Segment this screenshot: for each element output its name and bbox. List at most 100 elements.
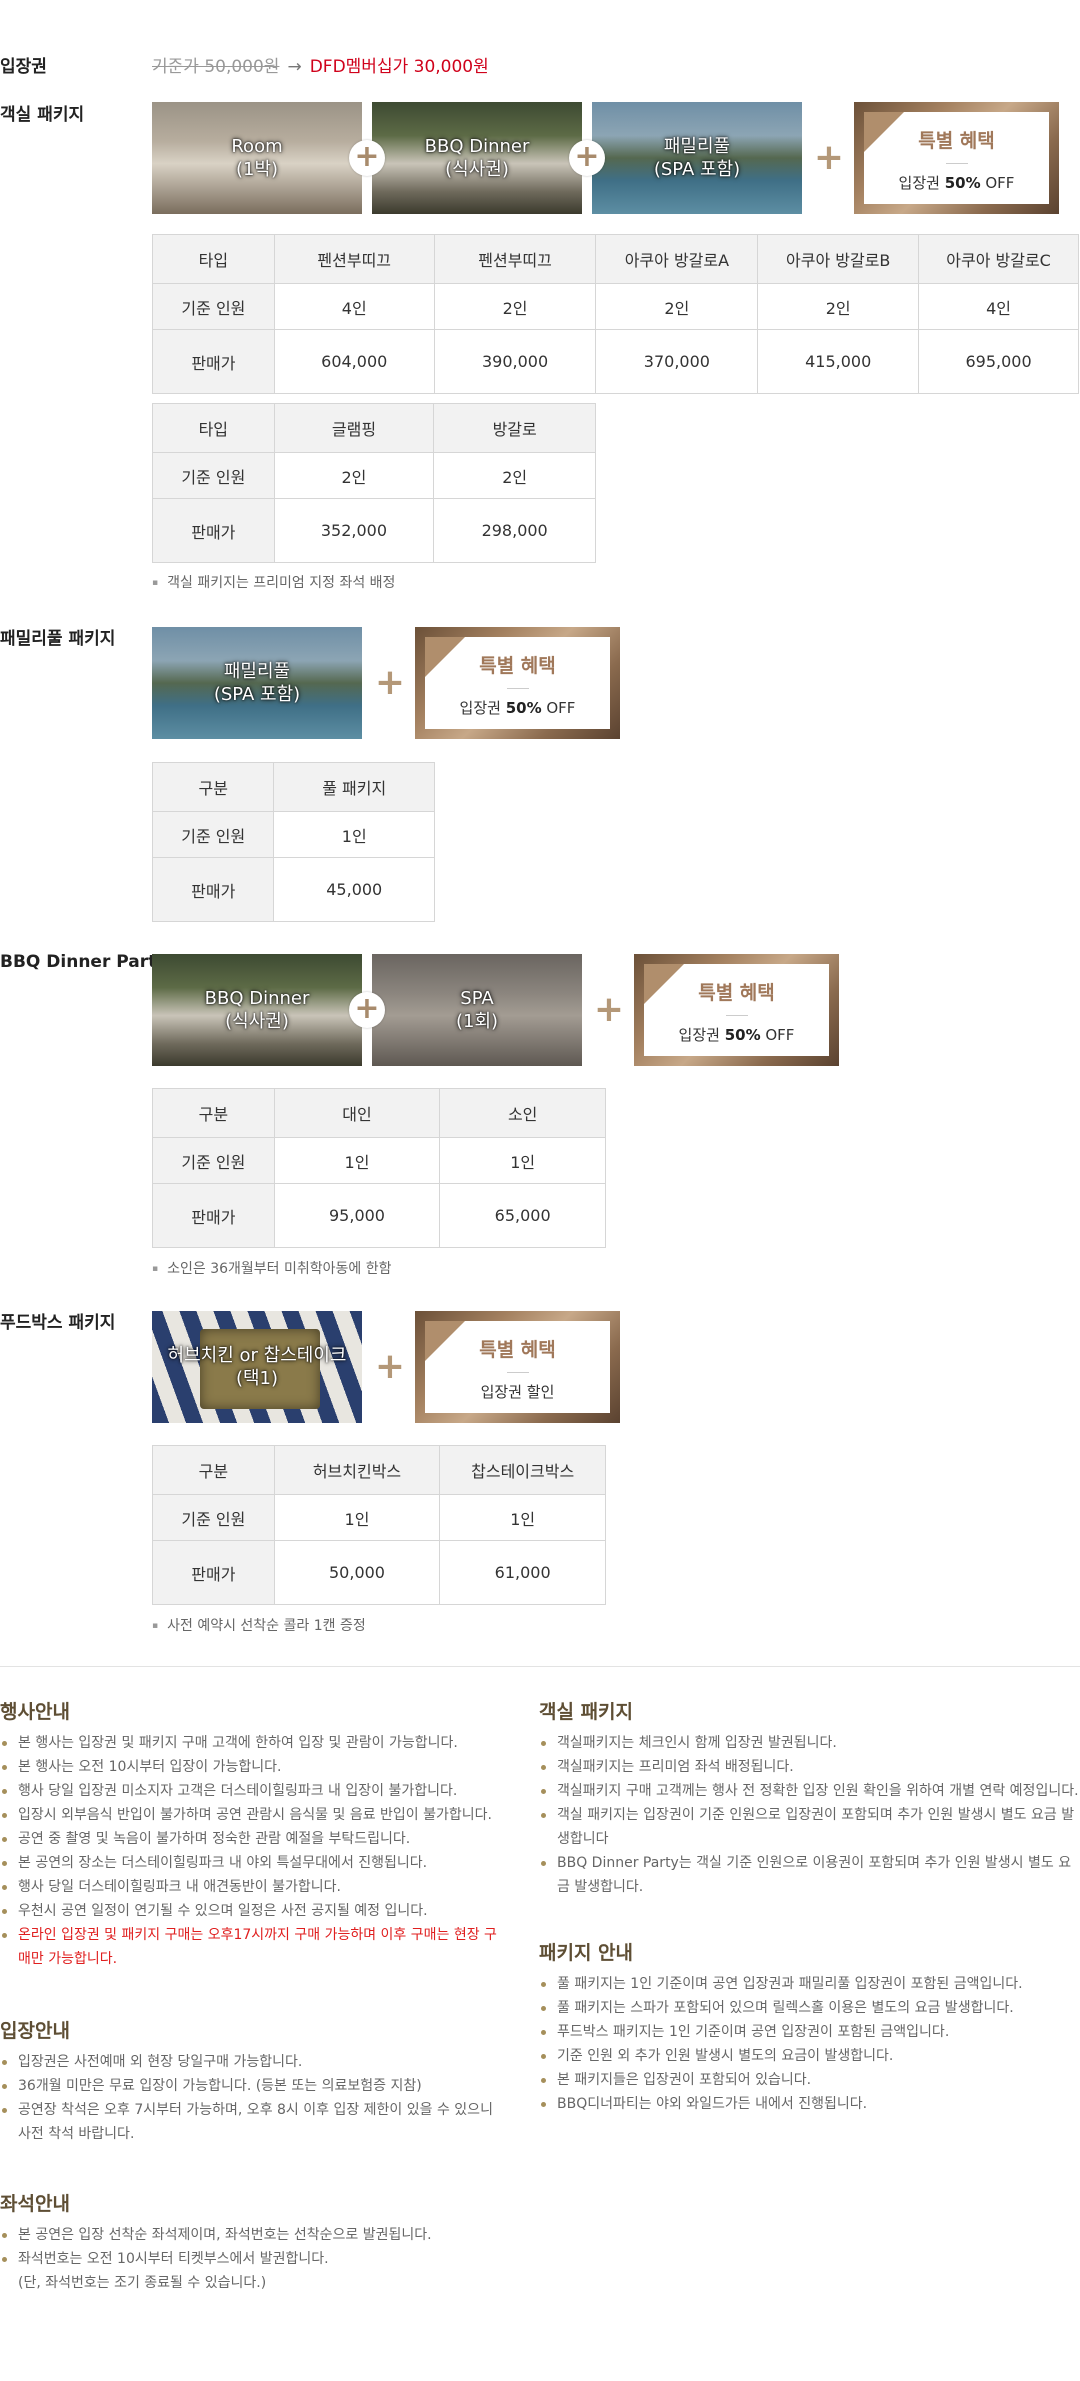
table-row: 판매가 95,000 65,000	[152, 1183, 606, 1248]
benefit-desc: 입장권 50% OFF	[459, 699, 576, 717]
table-cell: 415,000	[757, 329, 920, 394]
plus-icon: +	[593, 989, 625, 1030]
benefit-divider	[945, 163, 968, 164]
table-row: 기준 인원 1인 1인	[152, 1494, 606, 1541]
foodbox-package-images: 허브치킨 or 찹스테이크 (택1) + 특별 혜택 입장권 할인	[152, 1311, 620, 1423]
list-item: 입장권은 사전예매 외 현장 당일구매 가능합니다.	[0, 2050, 500, 2074]
event-info-title: 행사안내	[0, 1701, 70, 1723]
table-header: 방갈로	[433, 403, 596, 453]
plus-icon: +	[813, 137, 845, 178]
special-benefit-card: 특별 혜택 입장권 50% OFF	[854, 102, 1059, 214]
table-cell: 95,000	[273, 1183, 441, 1248]
special-benefit-card: 특별 혜택 입장권 50% OFF	[415, 627, 620, 739]
list-item: 우천시 공연 일정이 연기될 수 있으며 일정은 사전 공지될 예정 입니다.	[0, 1899, 500, 1923]
admission-label: 입장권	[0, 57, 47, 77]
arrow-right-icon: →	[287, 57, 302, 77]
seat-info-title: 좌석안내	[0, 2193, 70, 2215]
table-cell: 2인	[595, 283, 759, 330]
room-package-images: Room (1박) + BBQ Dinner (식사권) + 패밀리풀 (SPA 포함…	[152, 102, 1059, 214]
list-item: 풀 패키지는 스파가 포함되어 있으며 릴렉스홀 이용은 별도의 요금 발생합니…	[539, 1996, 1079, 2020]
event-info-list: 본 행사는 입장권 및 패키지 구매 고객에 한하여 입장 및 관람이 가능합니…	[0, 1731, 500, 1971]
list-item: 행사 당일 입장권 미소지자 고객은 더스테이힐링파크 내 입장이 불가합니다.	[0, 1779, 500, 1803]
seat-info-list: 본 공연은 입장 선착순 좌석제이며, 좌석번호는 선착순으로 발권됩니다. 좌…	[0, 2223, 500, 2271]
row-label: 기준 인원	[152, 1137, 275, 1184]
corner-ribbon-icon	[425, 1321, 465, 1361]
package-info-list: 풀 패키지는 1인 기준이며 공연 입장권과 패밀리풀 입장권이 포함된 금액입…	[539, 1972, 1079, 2116]
table-cell: 1인	[439, 1137, 606, 1184]
row-label: 판매가	[152, 498, 275, 563]
foodbox-package-note: 사전 예약시 선착순 콜라 1캔 증정	[152, 1615, 366, 1635]
list-item: 객실 패키지는 입장권이 기준 인원으로 입장권이 포함되며 추가 인원 발생시…	[539, 1803, 1079, 1851]
list-item-highlight: 온라인 입장권 및 패키지 구매는 오후17시까지 구매 가능하며 이후 구매는…	[0, 1923, 500, 1971]
table-cell: 1인	[273, 811, 435, 858]
room-info-list: 객실패키지는 체크인시 함께 입장권 발권됩니다. 객실패키지는 프리미엄 좌석…	[539, 1731, 1079, 1899]
family-package-table: 구분 풀 패키지 기준 인원 1인 판매가 45,000	[151, 762, 435, 922]
table-row: 기준 인원 4인 2인 2인 2인 4인	[152, 283, 1079, 330]
plus-icon: +	[349, 992, 385, 1028]
table-cell: 4인	[918, 283, 1079, 330]
table-row: 판매가 50,000 61,000	[152, 1540, 606, 1605]
table-header: 풀 패키지	[273, 762, 435, 812]
list-item: 36개월 미만은 무료 입장이 가능합니다. (등본 또는 의료보험증 지참)	[0, 2074, 500, 2098]
corner-ribbon-icon	[644, 964, 684, 1004]
table-header: 구분	[151, 762, 275, 812]
list-item: 본 패키지들은 입장권이 포함되어 있습니다.	[539, 2068, 1079, 2092]
corner-ribbon-icon	[864, 112, 904, 152]
table-cell: 45,000	[273, 857, 435, 922]
list-item: 본 행사는 오전 10시부터 입장이 가능합니다.	[0, 1755, 500, 1779]
room-package-label: 객실 패키지	[0, 105, 85, 125]
list-item: 본 공연의 장소는 더스테이힐링파크 내 야외 특설무대에서 진행됩니다.	[0, 1851, 500, 1875]
table-cell: 2인	[433, 283, 597, 330]
table-header: 구분	[152, 1445, 275, 1495]
room-package-table-1: 타입 펜션부띠끄 펜션부띠끄 아쿠아 방갈로A 아쿠아 방갈로B 아쿠아 방갈로…	[152, 234, 1079, 394]
list-item: 공연장 착석은 오후 7시부터 가능하며, 오후 8시 이후 입장 제한이 있을…	[0, 2098, 500, 2146]
table-cell: 352,000	[273, 498, 435, 563]
benefit-desc: 입장권 50% OFF	[898, 174, 1015, 192]
package-info-title: 패키지 안내	[539, 1942, 634, 1964]
table-row: 기준 인원 1인	[151, 811, 435, 858]
benefit-desc: 입장권 할인	[480, 1383, 555, 1401]
family-pool-image: 패밀리풀 (SPA 포함)	[152, 627, 362, 739]
list-item: BBQ Dinner Party는 객실 기준 인원으로 이용권이 포함되며 추…	[539, 1851, 1079, 1899]
benefit-desc: 입장권 50% OFF	[678, 1026, 795, 1044]
table-row: 기준 인원 2인 2인	[152, 452, 596, 499]
room-info-title: 객실 패키지	[539, 1701, 634, 1723]
plus-icon: +	[349, 140, 385, 176]
bbq-package-images: BBQ Dinner (식사권) + SPA (1회) + 특별 혜택 입장권 50…	[152, 954, 839, 1066]
admission-member-price: DFD멤버십가 30,000원	[309, 57, 489, 77]
table-row: 판매가 604,000 390,000 370,000 415,000 695,…	[152, 329, 1079, 394]
room-package-note: 객실 패키지는 프리미엄 지정 좌석 배정	[152, 572, 395, 592]
row-label: 판매가	[151, 857, 275, 922]
row-label: 판매가	[152, 1183, 275, 1248]
table-cell: 50,000	[273, 1540, 441, 1605]
bbq-dinner-image: BBQ Dinner (식사권)	[372, 102, 582, 214]
special-benefit-card: 특별 혜택 입장권 할인	[415, 1311, 620, 1423]
corner-ribbon-icon	[425, 637, 465, 677]
list-item: 풀 패키지는 1인 기준이며 공연 입장권과 패밀리풀 입장권이 포함된 금액입…	[539, 1972, 1079, 1996]
admission-info-title: 입장안내	[0, 2020, 70, 2042]
foodbox-package-label: 푸드박스 패키지	[0, 1313, 116, 1333]
foodbox-image: 허브치킨 or 찹스테이크 (택1)	[152, 1311, 362, 1423]
table-header: 타입	[152, 234, 275, 284]
row-label: 판매가	[152, 329, 275, 394]
bbq-package-table: 구분 대인 소인 기준 인원 1인 1인 판매가 95,000 65,000	[152, 1088, 606, 1248]
row-label: 판매가	[152, 1540, 275, 1605]
table-row: 판매가 352,000 298,000	[152, 498, 596, 563]
foodbox-package-table: 구분 허브치킨박스 찹스테이크박스 기준 인원 1인 1인 판매가 50,000…	[152, 1445, 606, 1605]
admission-price: 기준가 50,000원 → DFD멤버십가 30,000원	[152, 52, 489, 77]
plus-icon: +	[374, 662, 406, 703]
family-pool-caption: 패밀리풀 (SPA 포함)	[213, 661, 301, 705]
table-header: 타입	[152, 403, 275, 453]
table-header: 대인	[273, 1088, 441, 1138]
bbq-dinner-caption: BBQ Dinner (식사권)	[424, 136, 530, 180]
list-item: 본 행사는 입장권 및 패키지 구매 고객에 한하여 입장 및 관람이 가능합니…	[0, 1731, 500, 1755]
family-package-label: 패밀리풀 패키지	[0, 629, 116, 649]
table-header: 허브치킨박스	[273, 1445, 441, 1495]
bbq-dinner-caption: BBQ Dinner (식사권)	[204, 988, 310, 1032]
table-cell: 1인	[273, 1494, 441, 1541]
list-item: 공연 중 촬영 및 녹음이 불가하며 정숙한 관람 예절을 부탁드립니다.	[0, 1827, 500, 1851]
plus-icon: +	[374, 1346, 406, 1387]
table-cell: 1인	[439, 1494, 606, 1541]
table-header: 펜션부띠끄	[433, 234, 597, 284]
list-item: 행사 당일 더스테이힐링파크 내 애견동반이 불가합니다.	[0, 1875, 500, 1899]
